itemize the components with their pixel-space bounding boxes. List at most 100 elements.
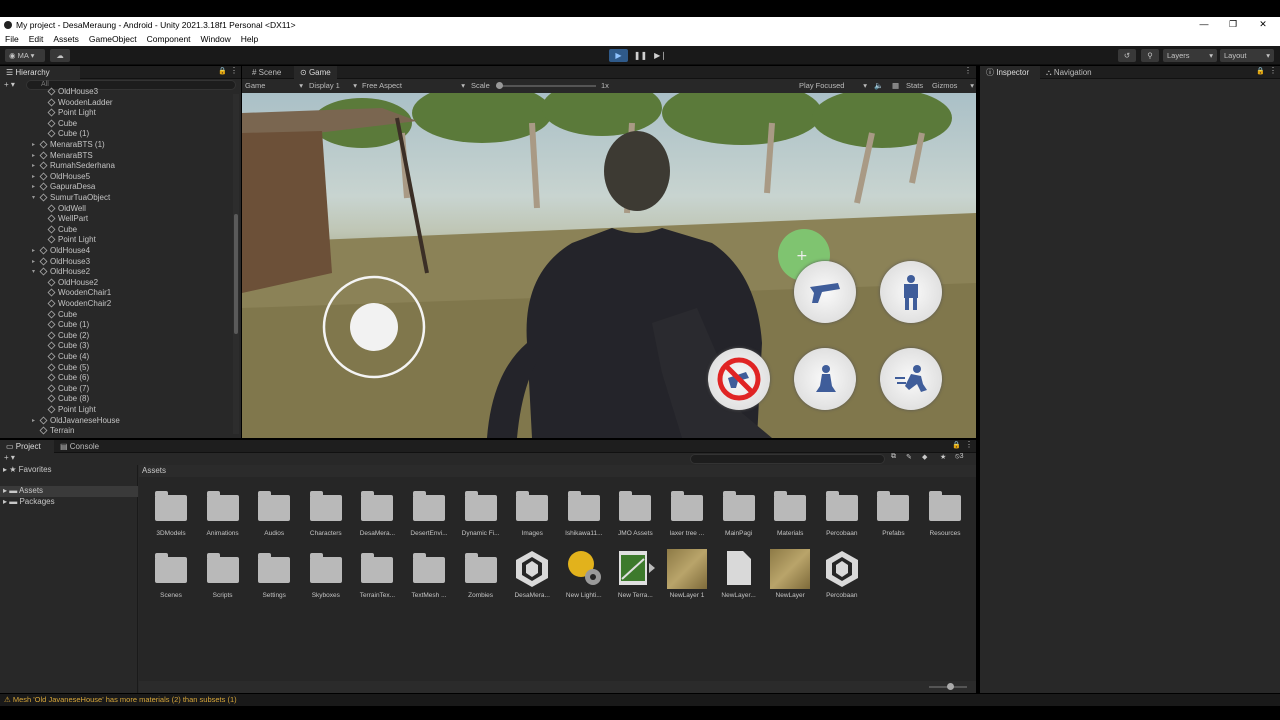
hierarchy-item[interactable]: Cube (3) [47,341,89,352]
asset-folder[interactable]: Audios [252,487,296,541]
assets-tree-item[interactable]: ▸ ▬ Assets [0,486,138,497]
hierarchy-scrollbar[interactable] [233,94,239,434]
menu-file[interactable]: File [5,34,19,44]
hierarchy-item[interactable]: Cube (4) [47,352,89,363]
asset-item-file[interactable]: NewLayer... [717,549,761,603]
crouch-button[interactable] [794,348,856,410]
fold-arrow-icon[interactable]: ▸ [32,140,35,151]
hierarchy-item[interactable]: WellPart [47,214,88,225]
asset-folder[interactable]: Images [510,487,554,541]
audio-icon[interactable]: 🔈 [874,79,883,93]
tab-scene[interactable]: # Scene [246,66,287,79]
hierarchy-item[interactable]: Cube [47,225,77,236]
hierarchy-item[interactable]: Cube (7) [47,384,89,395]
hierarchy-item[interactable]: Point Light [47,108,96,119]
hierarchy-item[interactable]: Cube (8) [47,394,89,405]
filter-icon[interactable]: ✎ [906,453,912,461]
panel-menu-icon[interactable]: ⋮ [1269,66,1277,75]
project-search-input[interactable] [690,454,885,464]
asset-folder[interactable]: Materials [768,487,812,541]
drop-gun-button[interactable] [708,348,770,410]
hierarchy-item[interactable]: ▸ MenaraBTS [32,151,93,162]
hierarchy-item[interactable]: OldWell [47,204,86,215]
asset-item-folder[interactable]: Scenes [149,549,193,603]
fold-arrow-icon[interactable]: ▾ [32,193,35,204]
fold-arrow-icon[interactable]: ▸ [32,182,35,193]
hierarchy-item[interactable]: ▾ SumurTuaObject [32,193,110,204]
play-button[interactable]: ▶ [609,49,628,62]
tab-hierarchy[interactable]: ☰ Hierarchy [0,66,80,79]
account-button[interactable]: ◉ MA ▾ [5,49,45,62]
display-dropdown[interactable]: Display 1 ▾ [309,79,357,93]
fold-arrow-icon[interactable]: ▸ [32,416,35,427]
asset-folder[interactable]: MainPagi [717,487,761,541]
panel-menu-icon[interactable]: ⋮ [965,440,973,449]
hierarchy-item[interactable]: Point Light [47,235,96,246]
gizmos-dropdown[interactable]: Gizmos ▾ [932,79,974,93]
asset-item-folder[interactable]: Settings [252,549,296,603]
aspect-dropdown[interactable]: Free Aspect ▾ [362,79,465,93]
hierarchy-item[interactable]: Cube [47,310,77,321]
favorites-item[interactable]: ▸ ★ Favorites [3,465,52,474]
tab-game[interactable]: ⊙ Game [294,66,337,79]
breadcrumb-assets[interactable]: Assets [142,466,166,475]
favorite-star-icon[interactable]: ★ [940,453,946,461]
hierarchy-item[interactable]: ▾ OldHouse2 [32,267,90,278]
play-focused-dropdown[interactable]: Play Focused ▾ [799,79,867,93]
asset-item-folder[interactable]: Skyboxes [304,549,348,603]
asset-folder[interactable]: laxer tree ... [665,487,709,541]
asset-folder[interactable]: Percobaan [820,487,864,541]
fold-arrow-icon[interactable]: ▸ [32,246,35,257]
game-viewport[interactable]: + [242,93,976,438]
asset-item-terrain[interactable]: New Terra... [613,549,657,603]
layers-dropdown[interactable]: Layers ▾ [1163,49,1217,62]
hierarchy-item[interactable]: Cube (1) [47,129,89,140]
joystick-knob[interactable] [350,303,398,351]
panel-menu-icon[interactable]: ⋮ [230,66,238,75]
hierarchy-item[interactable]: ▸ OldHouse4 [32,246,90,257]
hierarchy-item[interactable]: Cube [47,119,77,130]
asset-folder[interactable]: DesertEnvi... [407,487,451,541]
asset-folder[interactable]: 3DModels [149,487,193,541]
minimize-button[interactable]: — [1194,17,1214,32]
hierarchy-item[interactable]: WoodenChair1 [47,288,111,299]
hidden-packages-count[interactable]: ⦸3 [955,453,963,461]
maximize-button[interactable]: ❐ [1223,17,1243,32]
fold-arrow-icon[interactable]: ▸ [32,172,35,183]
asset-folder[interactable]: Characters [304,487,348,541]
hierarchy-item[interactable]: ▸ GapuraDesa [32,182,95,193]
hierarchy-item[interactable]: WoodenChair2 [47,299,111,310]
icon-size-slider[interactable] [929,683,967,690]
game-mode-dropdown[interactable]: Game ▾ [245,79,303,93]
asset-folder[interactable]: Ishikawa11... [562,487,606,541]
asset-item-folder[interactable]: Zombies [459,549,503,603]
menu-component[interactable]: Component [147,34,191,44]
history-icon[interactable]: ↺ [1118,49,1136,62]
hierarchy-item[interactable]: ▸ OldHouse3 [32,257,90,268]
hierarchy-item[interactable]: OldHouse2 [47,278,98,289]
asset-item-folder[interactable]: TextMesh ... [407,549,451,603]
hierarchy-item[interactable]: OldHouse3 [47,87,98,98]
label-icon[interactable]: ◆ [922,453,927,461]
hierarchy-item[interactable]: Terrain [39,426,74,437]
lock-icon[interactable]: 🔒 [218,67,227,75]
step-button[interactable]: ▶❘ [651,49,670,62]
icon-size-handle[interactable] [947,683,954,690]
hierarchy-item[interactable]: ▸ MenaraBTS (1) [32,140,105,151]
hierarchy-item[interactable]: Point Light [47,405,96,416]
stats-button[interactable]: Stats [906,79,923,93]
hierarchy-item[interactable]: ▸ OldHouse5 [32,172,90,183]
pause-button[interactable]: ❚❚ [631,49,650,62]
tab-console[interactable]: ▤ Console [54,440,105,453]
status-message[interactable]: Mesh 'Old JavaneseHouse' has more materi… [13,695,237,704]
asset-folder[interactable]: Dynamic Fi... [459,487,503,541]
menu-window[interactable]: Window [201,34,231,44]
tab-project[interactable]: ▭ Project [0,440,54,453]
asset-item-unity-scene[interactable]: DesaMera... [510,549,554,603]
asset-item-folder[interactable]: TerrainTex... [355,549,399,603]
menu-assets[interactable]: Assets [53,34,79,44]
packages-tree-item[interactable]: ▸ ▬ Packages [3,497,55,506]
asset-folder[interactable]: Resources [923,487,967,541]
lock-icon[interactable]: 🔒 [952,441,961,449]
fold-arrow-icon[interactable]: ▸ [32,161,35,172]
